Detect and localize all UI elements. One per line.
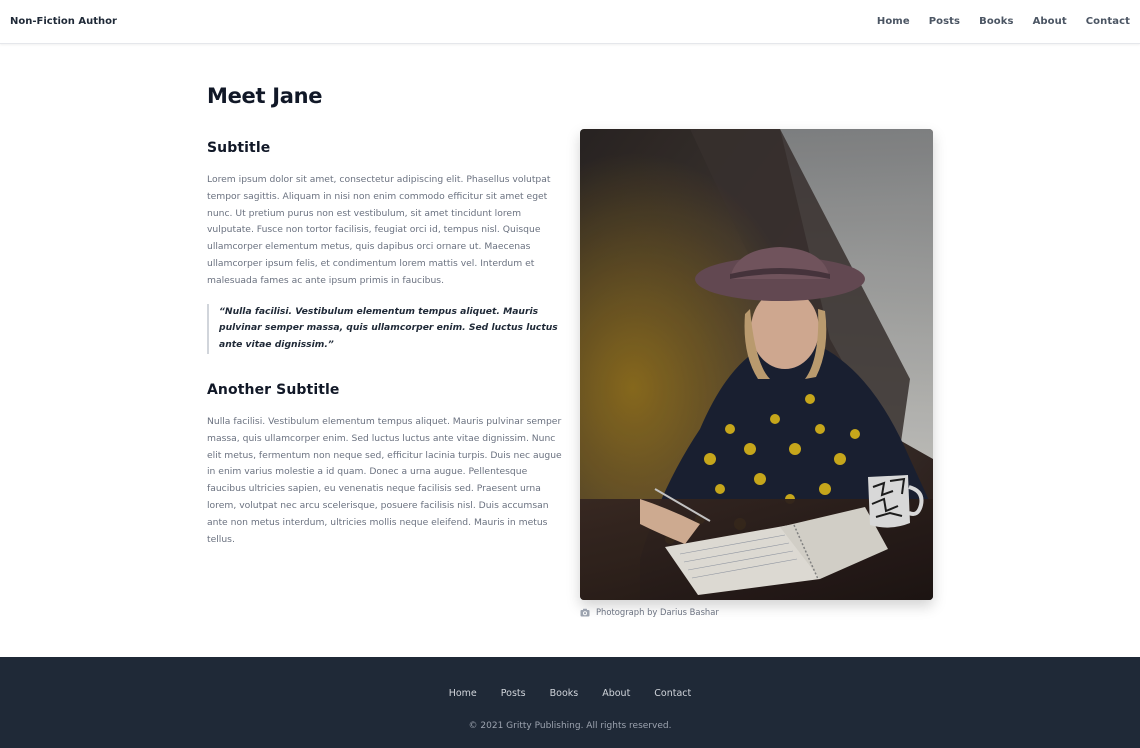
section-subtitle-another: Another Subtitle (207, 381, 340, 398)
nav-link-home[interactable]: Home (877, 16, 910, 27)
section-subtitle: Subtitle (207, 140, 271, 156)
photo-credit: Photograph by Darius Bashar (596, 607, 719, 617)
site-brand[interactable]: Non-Fiction Author (10, 16, 117, 27)
footer-link-contact[interactable]: Contact (654, 688, 691, 699)
footer-link-home[interactable]: Home (449, 688, 477, 699)
top-navbar: Non-Fiction Author Home Posts Books Abou… (0, 0, 1140, 44)
article-content: Subtitle Lorem ipsum dolor sit amet, con… (207, 140, 563, 548)
site-footer: Home Posts Books About Contact © 2021 Gr… (0, 657, 1140, 748)
camera-icon (580, 608, 590, 617)
nav-link-posts[interactable]: Posts (929, 16, 960, 27)
copyright-text: © 2021 Gritty Publishing. All rights res… (468, 721, 672, 731)
main-nav: Home Posts Books About Contact (858, 16, 1130, 27)
footer-link-about[interactable]: About (602, 688, 630, 699)
footer-link-books[interactable]: Books (550, 688, 579, 699)
paragraph-intro: Lorem ipsum dolor sit amet, consectetur … (207, 174, 551, 286)
photo-caption: Photograph by Darius Bashar (580, 607, 719, 617)
nav-link-about[interactable]: About (1033, 16, 1067, 27)
page-title: Meet Jane (207, 84, 323, 108)
footer-link-posts[interactable]: Posts (501, 688, 526, 699)
nav-link-contact[interactable]: Contact (1086, 16, 1130, 27)
footer-nav: Home Posts Books About Contact (0, 688, 1140, 699)
nav-link-books[interactable]: Books (979, 16, 1013, 27)
pull-quote: “Nulla facilisi. Vestibulum elementum te… (207, 303, 563, 354)
author-photo (580, 129, 933, 600)
paragraph-second: Nulla facilisi. Vestibulum elementum tem… (207, 415, 562, 545)
